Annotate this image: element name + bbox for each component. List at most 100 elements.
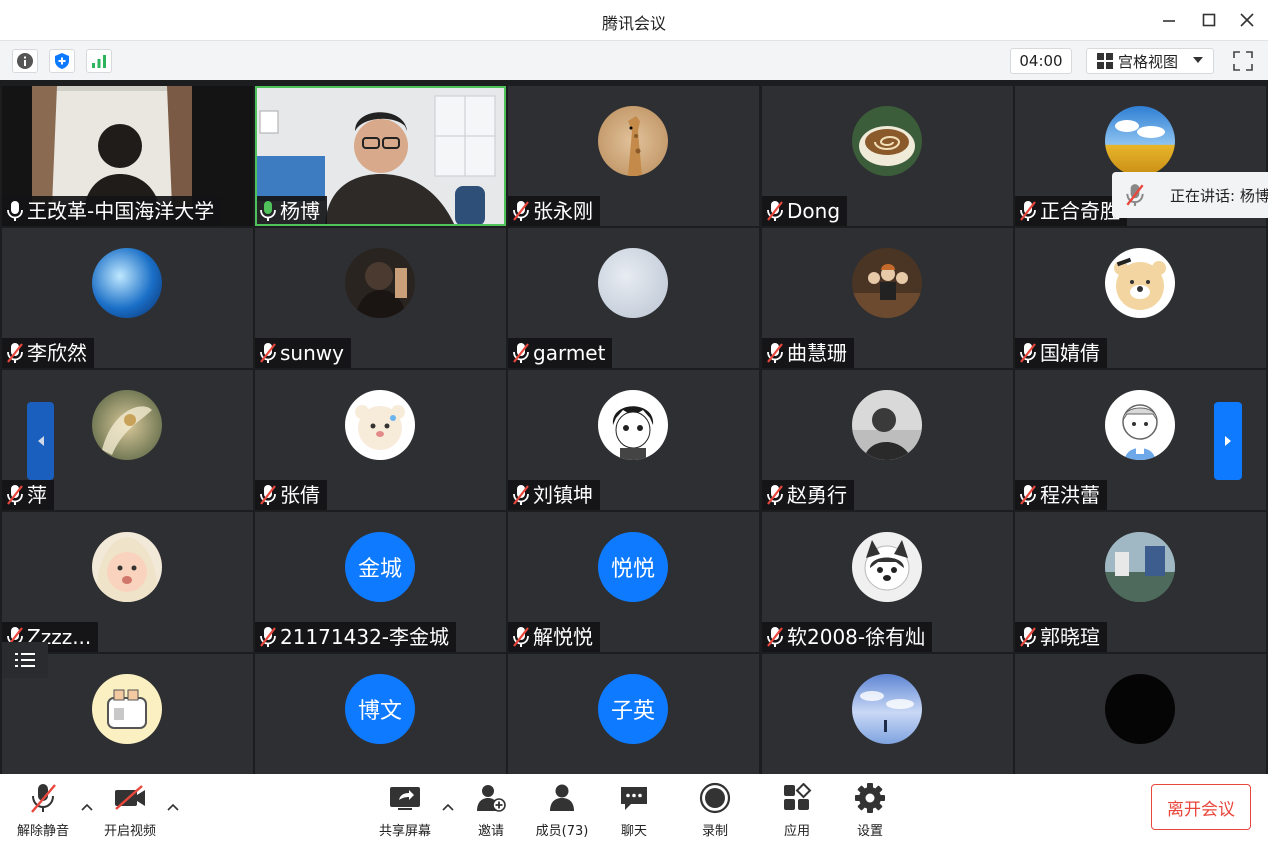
view-mode-select[interactable]: 宫格视图: [1086, 48, 1214, 74]
chevron-left-icon: [37, 436, 44, 446]
microphone-muted-icon: [25, 780, 61, 816]
participant-avatar: [852, 248, 922, 318]
participant-label: 王改革-中国海洋大学: [2, 196, 222, 226]
participant-label: 张倩: [255, 480, 327, 510]
list-toggle-button[interactable]: [2, 642, 48, 678]
members-icon: [544, 780, 580, 816]
participant-label: 萍: [2, 480, 54, 510]
participant-tile-active-speaker[interactable]: 杨博: [255, 86, 506, 226]
participant-tile[interactable]: Zzzz...: [2, 512, 253, 652]
microphone-muted-icon: [1020, 627, 1036, 647]
microphone-muted-icon: [260, 485, 276, 505]
participant-avatar: [92, 390, 162, 460]
title-bar: 腾讯会议: [0, 0, 1268, 40]
microphone-muted-icon: [7, 343, 23, 363]
participant-label: 软2008-徐有灿: [762, 622, 933, 652]
participant-name: garmet: [533, 341, 606, 365]
chevron-down-icon: [1193, 57, 1203, 63]
close-icon[interactable]: [1234, 8, 1260, 32]
fullscreen-icon[interactable]: [1230, 48, 1256, 74]
chat-icon: [616, 780, 652, 816]
invite-button[interactable]: 邀请: [456, 780, 526, 842]
participant-name: 王改革-中国海洋大学: [27, 199, 215, 223]
participant-label: 曲慧珊: [762, 338, 854, 368]
participant-label: 国婧倩: [1015, 338, 1107, 368]
participant-label: 21171432-李金城: [255, 622, 457, 652]
unmute-button[interactable]: 解除静音: [8, 780, 78, 842]
participant-name: 张倩: [280, 483, 320, 507]
participant-tile[interactable]: 博文: [255, 654, 506, 774]
maximize-icon[interactable]: [1196, 8, 1222, 32]
participant-avatar: [1105, 248, 1175, 318]
microphone-muted-icon: [260, 627, 276, 647]
settings-button[interactable]: 设置: [835, 780, 905, 842]
participant-tile[interactable]: 金城 21171432-李金城: [255, 512, 506, 652]
participant-name: 正合奇胜: [1040, 199, 1120, 223]
minimize-icon[interactable]: [1156, 8, 1182, 32]
prev-page-button[interactable]: [27, 402, 54, 480]
start-video-button[interactable]: 开启视频: [95, 780, 165, 842]
participant-tile[interactable]: 刘镇坤: [508, 370, 759, 510]
participant-name: 程洪蕾: [1040, 483, 1100, 507]
meeting-toolbar: 04:00 宫格视图: [0, 40, 1268, 80]
audio-options-chevron-icon[interactable]: [80, 800, 94, 814]
participant-avatar: [92, 248, 162, 318]
share-options-chevron-icon[interactable]: [441, 800, 455, 814]
participant-tile[interactable]: 李欣然: [2, 228, 253, 368]
meeting-timer: 04:00: [1010, 48, 1072, 74]
participant-grid: 王改革-中国海洋大学 杨博 张永刚 Dong 正合奇胜 李欣然 sunwy ga…: [0, 84, 1268, 774]
participant-tile[interactable]: 郭晓瑄: [1015, 512, 1266, 652]
list-icon: [15, 653, 35, 667]
participant-tile[interactable]: [1015, 654, 1266, 774]
participant-tile[interactable]: 王改革-中国海洋大学: [2, 86, 253, 226]
participant-tile[interactable]: [762, 654, 1013, 774]
participant-avatar: [598, 106, 668, 176]
shield-icon[interactable]: [49, 49, 75, 73]
signal-icon[interactable]: [86, 49, 112, 73]
participant-label: Dong: [762, 196, 848, 226]
record-button[interactable]: 录制: [680, 780, 750, 842]
participant-name: 刘镇坤: [533, 483, 593, 507]
microphone-muted-icon: [513, 343, 529, 363]
apps-label: 应用: [783, 824, 810, 839]
members-label: 成员(73): [535, 824, 589, 839]
participant-name: Dong: [787, 199, 841, 223]
participant-avatar: [852, 106, 922, 176]
info-icon[interactable]: [12, 49, 38, 73]
microphone-muted-icon: [767, 485, 783, 505]
participant-tile[interactable]: 赵勇行: [762, 370, 1013, 510]
members-button[interactable]: 成员(73): [527, 780, 597, 842]
participant-tile[interactable]: 张倩: [255, 370, 506, 510]
microphone-muted-icon: [767, 201, 783, 221]
invite-label: 邀请: [477, 824, 504, 839]
participant-tile[interactable]: sunwy: [255, 228, 506, 368]
participant-tile[interactable]: 软2008-徐有灿: [762, 512, 1013, 652]
chat-button[interactable]: 聊天: [599, 780, 669, 842]
microphone-muted-icon: [767, 627, 783, 647]
participant-tile[interactable]: 曲慧珊: [762, 228, 1013, 368]
leave-meeting-button[interactable]: 离开会议: [1151, 784, 1251, 830]
participant-tile[interactable]: 张永刚: [508, 86, 759, 226]
participant-name: sunwy: [280, 341, 344, 365]
share-screen-label: 共享屏幕: [378, 824, 431, 839]
microphone-muted-icon: [513, 627, 529, 647]
participant-tile[interactable]: 悦悦 解悦悦: [508, 512, 759, 652]
camera-off-icon: [112, 780, 148, 816]
microphone-muted-icon: [513, 201, 529, 221]
apps-button[interactable]: 应用: [762, 780, 832, 842]
participant-name: 国婧倩: [1040, 341, 1100, 365]
participant-tile[interactable]: 子英: [508, 654, 759, 774]
participant-avatar: 金城: [345, 532, 415, 602]
share-screen-button[interactable]: 共享屏幕: [370, 780, 440, 842]
participant-tile[interactable]: Dong: [762, 86, 1013, 226]
chevron-right-icon: [1225, 436, 1231, 446]
participant-tile[interactable]: 国婧倩: [1015, 228, 1266, 368]
participant-name: 杨博: [280, 199, 320, 223]
participant-label: 李欣然: [2, 338, 94, 368]
next-page-button[interactable]: [1214, 402, 1242, 480]
apps-icon: [779, 780, 815, 816]
video-options-chevron-icon[interactable]: [166, 800, 180, 814]
participant-tile[interactable]: garmet: [508, 228, 759, 368]
microphone-muted-icon: [7, 485, 23, 505]
participant-label: 赵勇行: [762, 480, 854, 510]
